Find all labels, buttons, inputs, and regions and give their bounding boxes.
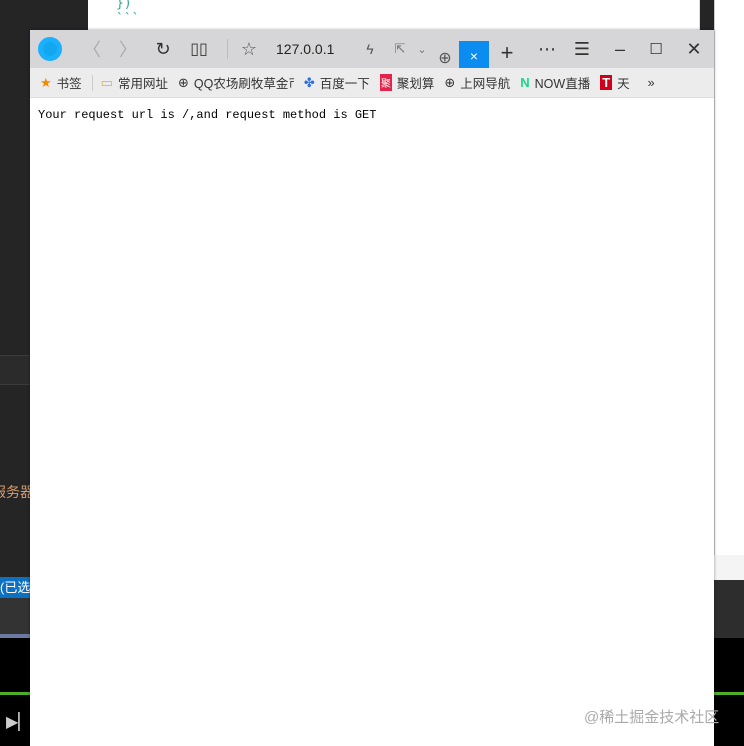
close-tab-icon[interactable]: × [459, 41, 489, 70]
bookmark-label: 上网导航 [460, 77, 511, 91]
background-panel [714, 555, 744, 580]
address-bar[interactable]: 127.0.0.1 [276, 30, 334, 68]
tmall-icon: T [600, 75, 613, 90]
more-bookmarks-button[interactable]: » [648, 76, 655, 90]
close-icon[interactable]: ✕ [682, 30, 706, 68]
background-selection: (已选择 [0, 577, 30, 598]
background-document: }) ``` [88, 0, 700, 30]
play-next-icon[interactable]: ▶▏ [6, 712, 31, 732]
bookmark-label: NOW直播 [534, 77, 591, 91]
globe-icon: ⊕ [444, 74, 456, 90]
bookmark-qq-farm[interactable]: ⊕ QQ农场刷牧草金币 [178, 73, 294, 92]
divider [91, 74, 93, 91]
bookmark-label: 书签 [56, 77, 82, 91]
bookmark-juhuasuan[interactable]: 聚聚划算 [379, 73, 435, 92]
bookmark-baidu[interactable]: ✤ 百度一下 [304, 73, 370, 92]
juhuasuan-icon: 聚 [379, 74, 392, 91]
bookmark-tmall[interactable]: T天 [600, 73, 630, 92]
chevron-down-icon[interactable]: ⌄ [416, 30, 428, 68]
bookmark-label: 天 [617, 77, 630, 91]
now-icon: N [520, 75, 530, 90]
qq-browser-logo-icon[interactable] [38, 37, 62, 61]
background-bar [0, 598, 30, 634]
star-icon: ★ [40, 74, 52, 90]
bookmark-label: 百度一下 [319, 77, 370, 91]
menu-icon[interactable]: ☰ [570, 30, 594, 68]
lightning-icon[interactable]: ϟ [360, 30, 380, 68]
bookmark-common-sites[interactable]: ▭ 常用网址 [101, 73, 168, 92]
background-panel [714, 580, 744, 638]
background-text: 服务器 [0, 484, 34, 500]
bookmark-label: QQ农场刷牧草金币 [193, 77, 294, 91]
browser-window: 〈 〉 ↻ ▯▯ ☆ 127.0.0.1 ϟ ⇱ ⌄ ⊕ × + ⋯ ☰ – ☐… [30, 30, 714, 746]
bookmark-label: 聚划算 [396, 77, 435, 91]
bookmark-bookmarks[interactable]: ★ 书签 [40, 73, 82, 92]
new-tab-icon[interactable]: + [495, 34, 519, 72]
star-icon[interactable]: ☆ [237, 30, 261, 68]
forward-icon[interactable]: 〉 [116, 30, 140, 68]
folder-icon: ▭ [100, 74, 113, 90]
reader-icon[interactable]: ▯▯ [187, 30, 211, 68]
bookmark-label: 常用网址 [117, 77, 168, 91]
globe-icon: ⊕ [177, 74, 189, 90]
background-window [714, 0, 744, 555]
share-icon[interactable]: ⇱ [390, 30, 410, 68]
divider [227, 39, 228, 59]
bookmarks-bar: ★ 书签 ▭ 常用网址 ⊕ QQ农场刷牧草金币 ✤ 百度一下 聚聚划算 ⊕ 上网导航 NN… [30, 68, 714, 98]
maximize-icon[interactable]: ☐ [644, 30, 668, 68]
background-divider [0, 355, 30, 385]
page-text: Your request url is /,and request method… [38, 108, 377, 122]
bookmark-now-live[interactable]: N NOW直播 [520, 73, 590, 92]
baidu-icon: ✤ [303, 74, 315, 90]
watermark: @稀土掘金技术社区 [584, 709, 720, 726]
reload-icon[interactable]: ↻ [151, 30, 175, 68]
code-line: }) [116, 0, 132, 11]
browser-toolbar: 〈 〉 ↻ ▯▯ ☆ 127.0.0.1 ϟ ⇱ ⌄ ⊕ × + ⋯ ☰ – ☐… [30, 30, 714, 70]
code-line: ``` [116, 12, 140, 27]
minimize-icon[interactable]: – [608, 30, 632, 68]
back-icon[interactable]: 〈 [80, 30, 104, 68]
more-icon[interactable]: ⋯ [535, 30, 559, 68]
bookmark-navigation[interactable]: ⊕ 上网导航 [444, 73, 510, 92]
